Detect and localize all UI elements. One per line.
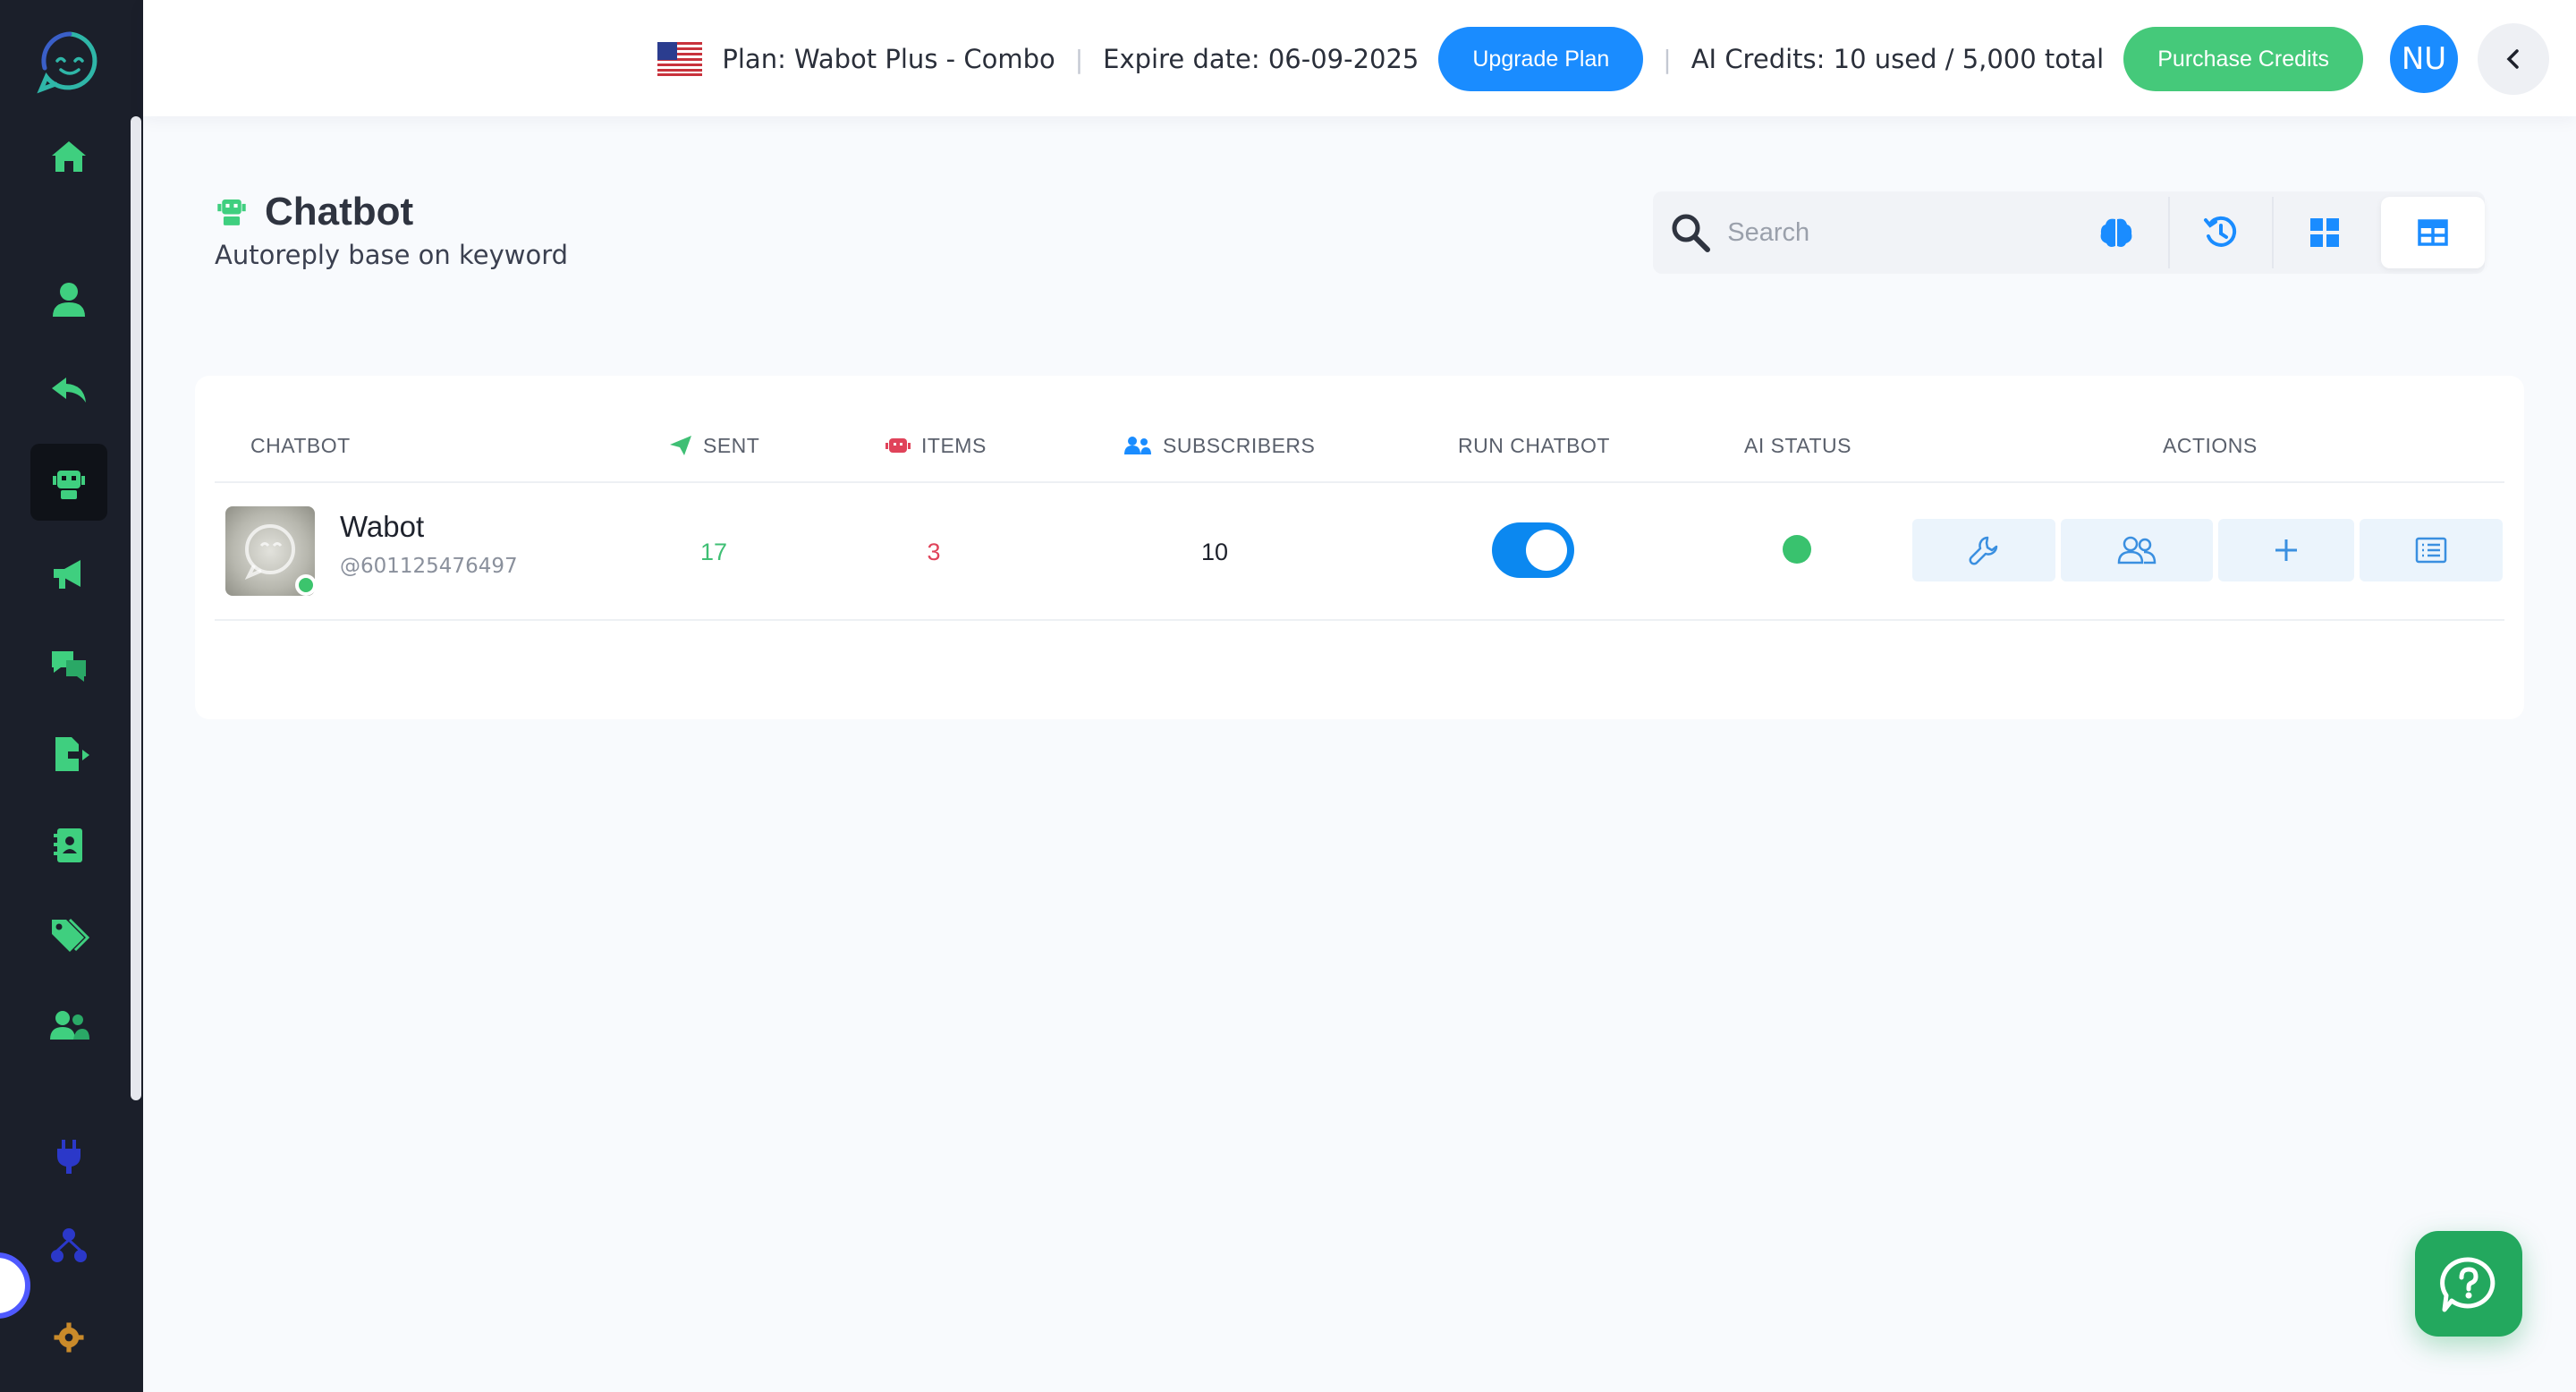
col-header-run-chatbot[interactable]: RUN CHATBOT [1458, 420, 1610, 471]
brain-icon [2100, 218, 2132, 247]
ai-brain-button[interactable] [2064, 197, 2168, 268]
col-header-label: SUBSCRIBERS [1163, 433, 1316, 457]
page-title: Chatbot [265, 190, 414, 233]
col-header-subscribers[interactable]: SUBSCRIBERS [1123, 420, 1315, 471]
robot-icon [217, 199, 246, 225]
online-status-dot [295, 574, 317, 596]
user-avatar[interactable]: NU [2390, 25, 2458, 93]
upgrade-plan-button[interactable]: Upgrade Plan [1438, 27, 1644, 91]
wrench-icon [1969, 536, 1998, 565]
header-separator: | [1663, 44, 1672, 74]
grid-view-button[interactable] [2272, 197, 2376, 268]
sidebar-item-broadcast[interactable] [30, 535, 107, 612]
plus-icon [2275, 539, 2297, 561]
sidebar-item-tags[interactable] [30, 896, 107, 973]
megaphone-icon [54, 560, 80, 589]
page-subtitle: Autoreply base on keyword [215, 240, 569, 270]
col-header-label: CHATBOT [250, 433, 351, 457]
chevron-left-icon [2506, 49, 2519, 69]
sidebar-item-chatbot[interactable] [30, 444, 107, 521]
purchase-credits-button[interactable]: Purchase Credits [2123, 27, 2363, 91]
sidebar-item-team[interactable] [30, 988, 107, 1065]
sent-count: 17 [699, 538, 728, 565]
tag-icon [52, 918, 89, 952]
chatbot-handle: @601125476497 [340, 555, 518, 578]
subscribers-button[interactable] [2061, 519, 2213, 581]
history-icon [2204, 216, 2237, 247]
chatbot-table: CHATBOT SENT ITEMS SUBSCRIBERS RUN CHATB… [195, 376, 2524, 719]
col-header-label: ACTIONS [2163, 433, 2258, 457]
col-header-items[interactable]: ITEMS [886, 420, 987, 471]
search-button[interactable] [1653, 212, 1727, 253]
ai-status-indicator [1783, 535, 1811, 564]
reply-icon [48, 378, 86, 403]
add-item-button[interactable] [2218, 519, 2354, 581]
home-icon [52, 141, 86, 172]
help-bubble-icon [2440, 1257, 2496, 1312]
sidebar [0, 0, 143, 1392]
export-icon [55, 737, 89, 771]
page-header: Chatbot Autoreply base on keyword [215, 190, 568, 270]
search-input[interactable] [1727, 206, 2065, 259]
list-icon [2415, 537, 2447, 564]
sidebar-item-settings[interactable] [30, 1299, 107, 1376]
col-header-label: RUN CHATBOT [1458, 433, 1610, 457]
users-icon [50, 1011, 89, 1040]
col-header-label: SENT [703, 433, 760, 457]
plug-icon [57, 1140, 80, 1174]
app-logo[interactable] [34, 27, 106, 98]
toggle-knob [1526, 530, 1567, 571]
table-divider [215, 619, 2504, 621]
help-chat-button[interactable] [2415, 1231, 2522, 1337]
list-items-button[interactable] [2360, 519, 2503, 581]
configure-button[interactable] [1912, 519, 2055, 581]
table-view-button[interactable] [2381, 197, 2486, 268]
history-button[interactable] [2168, 197, 2272, 268]
gear-icon [54, 1322, 84, 1353]
chat-icon [52, 651, 86, 682]
paper-plane-icon [670, 436, 691, 455]
table-icon [2418, 219, 2448, 246]
onboarding-bubble[interactable] [0, 1252, 30, 1319]
collapse-sidebar-button[interactable] [2478, 23, 2549, 95]
header-separator: | [1074, 44, 1084, 74]
user-icon [53, 283, 85, 317]
col-header-label: AI STATUS [1744, 433, 1852, 457]
us-flag-icon[interactable] [657, 42, 703, 76]
search-icon [1672, 214, 1710, 252]
chatbot-name[interactable]: Wabot [340, 510, 424, 544]
subscribers-count: 10 [1200, 538, 1229, 565]
sidebar-scrollbar[interactable] [131, 116, 141, 1100]
sidebar-item-contacts[interactable] [30, 261, 107, 338]
robot-icon [53, 471, 85, 499]
run-chatbot-toggle[interactable] [1492, 522, 1574, 578]
col-header-actions: ACTIONS [2163, 420, 2258, 471]
table-divider [215, 481, 2504, 483]
sidebar-item-autoreply[interactable] [30, 351, 107, 428]
sidebar-item-flows[interactable] [30, 1208, 107, 1285]
sidebar-item-livechat[interactable] [30, 626, 107, 703]
robot-icon [886, 438, 911, 453]
items-count: 3 [927, 538, 941, 565]
contact-book-icon [54, 828, 82, 862]
col-header-ai-status[interactable]: AI STATUS [1744, 420, 1852, 471]
grid-icon [2310, 218, 2340, 247]
top-header: Plan: Wabot Plus - Combo | Expire date: … [143, 0, 2576, 116]
plan-name: Plan: Wabot Plus - Combo [722, 44, 1055, 74]
users-icon [1124, 437, 1151, 454]
users-icon [2117, 536, 2157, 564]
expire-date: Expire date: 06-09-2025 [1103, 44, 1419, 74]
col-header-sent[interactable]: SENT [669, 420, 759, 471]
header-plan-bar: Plan: Wabot Plus - Combo | Expire date: … [657, 23, 2549, 95]
col-header-label: ITEMS [921, 433, 987, 457]
sitemap-icon [51, 1228, 87, 1262]
sidebar-item-integrations[interactable] [30, 1118, 107, 1195]
table-toolbar [1653, 191, 2486, 274]
sidebar-item-export[interactable] [30, 716, 107, 793]
sidebar-item-home[interactable] [30, 118, 107, 195]
col-header-chatbot[interactable]: CHATBOT [250, 420, 351, 471]
sidebar-item-phonebook[interactable] [30, 807, 107, 884]
ai-credits-text: AI Credits: 10 used / 5,000 total [1690, 44, 2105, 74]
